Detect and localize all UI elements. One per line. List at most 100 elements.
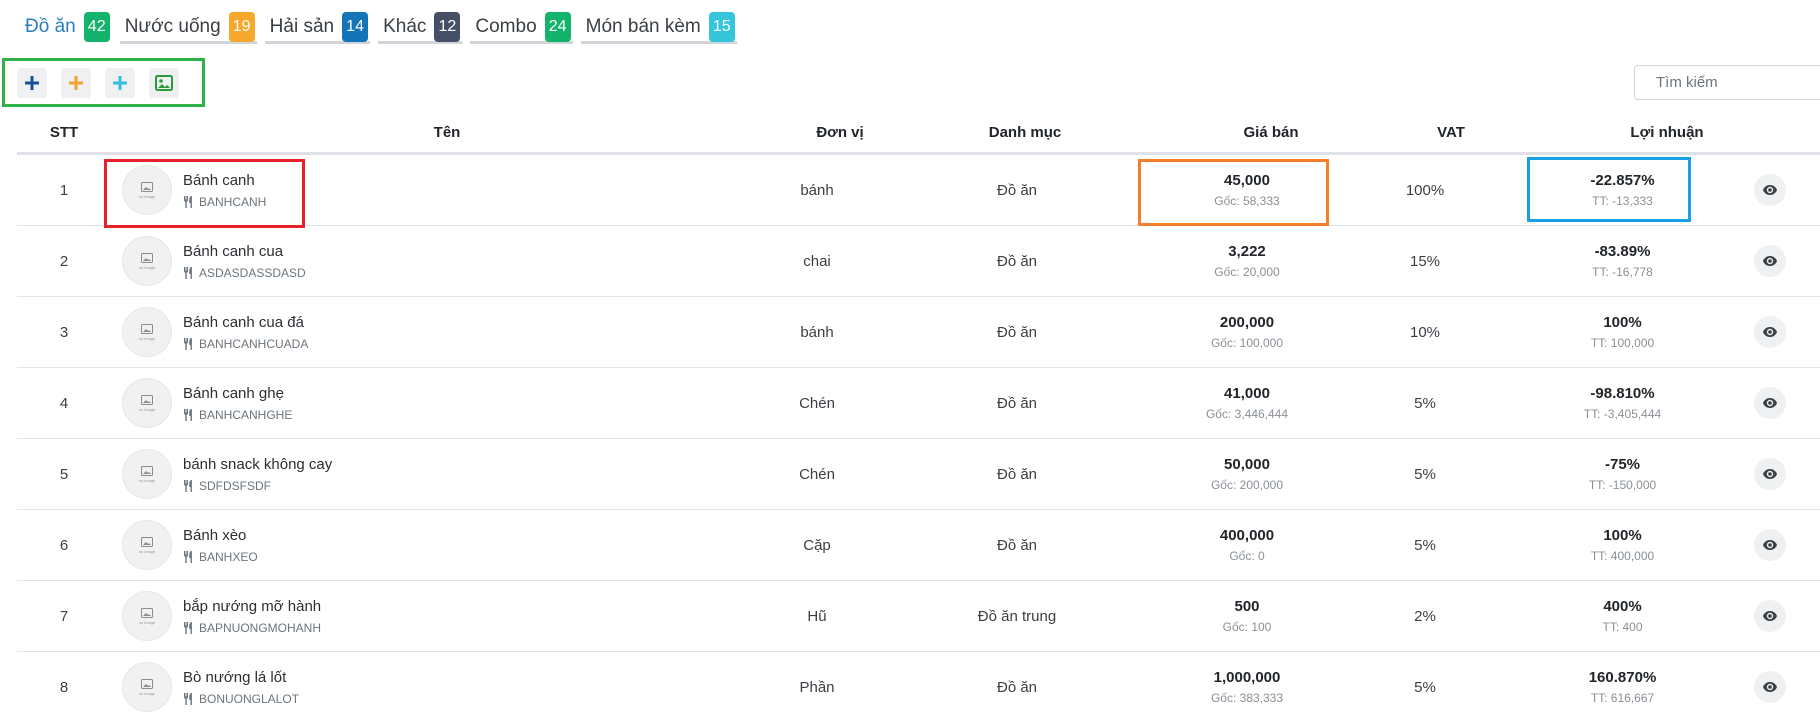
product-thumbnail[interactable]: no image (122, 449, 172, 499)
product-name: bánh snack không cay (183, 455, 333, 473)
category-tabs: Đồ ăn 42 Nước uống 19 Hải sản 14 Khác 12… (20, 11, 745, 60)
view-button[interactable] (1754, 671, 1786, 703)
thumb-text: no image (138, 619, 156, 625)
image-placeholder-icon (141, 181, 153, 192)
row-stt: 7 (59, 607, 69, 625)
row-action (1750, 652, 1790, 721)
table-row[interactable]: 3 no image Bánh canh cua đá BANHCANHCUAD… (17, 297, 1820, 368)
view-button[interactable] (1754, 529, 1786, 561)
profit-cell: 100% TT: 100,000 (1540, 297, 1705, 367)
table-row[interactable]: 7 no image bắp nướng mỡ hành BAPNUONGMOH… (17, 581, 1820, 652)
product-vat: 5% (1414, 678, 1436, 696)
header-category: Danh mục (988, 124, 1062, 141)
cost-price: Gốc: 58,333 (1214, 194, 1280, 208)
sale-price: 45,000 (1224, 172, 1270, 189)
thumb-text: no image (138, 335, 156, 341)
header-stt: STT (49, 124, 79, 141)
row-action (1750, 297, 1790, 367)
image-placeholder-icon (141, 678, 153, 689)
product-name-cell: no image bắp nướng mỡ hành BAPNUONGMOHAN… (122, 581, 562, 651)
table-body: 1 no image Bánh canh BANHCANH bánh Đồ ăn… (17, 155, 1820, 721)
row-action (1750, 581, 1790, 651)
table-row[interactable]: 4 no image Bánh canh ghẹ BANHCANHGHE Ché… (17, 368, 1820, 439)
price-cell: 50,000 Gốc: 200,000 (1167, 439, 1327, 509)
row-stt: 8 (59, 678, 69, 696)
profit-cell: 160.870% TT: 616,667 (1540, 652, 1705, 721)
view-button[interactable] (1754, 458, 1786, 490)
image-upload-button[interactable] (149, 67, 179, 98)
profit-amount: TT: 400 (1602, 620, 1643, 634)
add-category-button[interactable] (61, 67, 91, 98)
view-button[interactable] (1754, 600, 1786, 632)
thumb-text: no image (138, 264, 156, 270)
product-name-cell: no image Bánh canh cua ASDASDASSDASD (122, 226, 562, 296)
view-button[interactable] (1754, 245, 1786, 277)
name-block: Bánh canh ghẹ BANHCANHGHE (183, 385, 292, 422)
view-button[interactable] (1754, 174, 1786, 206)
profit-amount: TT: 100,000 (1590, 336, 1655, 350)
profit-cell: -98.810% TT: -3,405,444 (1540, 368, 1705, 438)
profit-amount: TT: -13,333 (1592, 194, 1653, 208)
product-code: SDFDSFSDF (183, 479, 332, 493)
profit-amount: TT: -16,778 (1592, 265, 1653, 279)
row-stt: 2 (59, 252, 69, 270)
row-action (1750, 439, 1790, 509)
search-input[interactable] (1634, 65, 1820, 100)
plus-icon (113, 75, 127, 90)
add-option-button[interactable] (105, 67, 135, 98)
table-row[interactable]: 2 no image Bánh canh cua ASDASDASSDASD c… (17, 226, 1820, 297)
cost-price: Gốc: 100 (1222, 620, 1272, 634)
product-code: BANHCANHGHE (183, 408, 292, 422)
tab-combo[interactable]: Combo 24 (470, 11, 573, 44)
table-row[interactable]: 5 no image bánh snack không cay SDFDSFSD… (17, 439, 1820, 510)
product-code-text: ASDASDASSDASD (199, 265, 306, 280)
cost-price: Gốc: 200,000 (1210, 478, 1284, 492)
utensils-icon (184, 621, 192, 634)
table-row[interactable]: 8 no image Bò nướng lá lốt BONUONGLALOT … (17, 652, 1820, 721)
product-category: Đồ ăn (996, 465, 1038, 483)
product-code-text: SDFDSFSDF (199, 478, 271, 493)
table-row[interactable]: 1 no image Bánh canh BANHCANH bánh Đồ ăn… (17, 155, 1820, 226)
product-thumbnail[interactable]: no image (122, 520, 172, 570)
tab-hai-san[interactable]: Hải sản 14 (264, 11, 371, 44)
sale-price: 500 (1234, 598, 1260, 615)
profit-cell: -83.89% TT: -16,778 (1540, 226, 1705, 296)
eye-icon (1763, 398, 1777, 408)
profit-percent: -22.857% (1590, 172, 1655, 189)
image-placeholder-icon (141, 607, 153, 618)
product-thumbnail[interactable]: no image (122, 662, 172, 712)
product-thumbnail[interactable]: no image (122, 236, 172, 286)
product-name-cell: no image Bò nướng lá lốt BONUONGLALOT (122, 652, 562, 721)
product-thumbnail[interactable]: no image (122, 591, 172, 641)
tab-mon-ban-kem[interactable]: Món bán kèm 15 (580, 11, 737, 44)
table-row[interactable]: 6 no image Bánh xèo BANHXEO Cặp Đồ ăn 40… (17, 510, 1820, 581)
tab-khac[interactable]: Khác 12 (378, 11, 463, 44)
plus-icon (69, 75, 83, 90)
eye-icon (1763, 540, 1777, 550)
price-cell: 500 Gốc: 100 (1167, 581, 1327, 651)
name-block: Bánh canh cua ASDASDASSDASD (183, 243, 306, 280)
row-action (1750, 226, 1790, 296)
sale-price: 1,000,000 (1213, 669, 1281, 686)
add-item-button[interactable] (17, 67, 47, 98)
tab-do-an[interactable]: Đồ ăn 42 (20, 11, 112, 44)
tab-label: Combo (475, 15, 537, 37)
tab-nuoc-uong[interactable]: Nước uống 19 (119, 11, 257, 44)
thumb-text: no image (138, 690, 156, 696)
tab-count-badge: 14 (342, 11, 369, 42)
tab-label: Nước uống (124, 15, 221, 37)
tab-count-badge: 24 (544, 11, 571, 42)
product-thumbnail[interactable]: no image (122, 378, 172, 428)
product-code: ASDASDASSDASD (183, 266, 306, 280)
view-button[interactable] (1754, 316, 1786, 348)
tab-label: Món bán kèm (585, 15, 701, 37)
product-category: Đồ ăn (996, 536, 1038, 554)
image-icon (155, 74, 173, 91)
view-button[interactable] (1754, 387, 1786, 419)
name-block: Bánh canh cua đá BANHCANHCUADA (183, 314, 308, 351)
tab-count-badge: 12 (434, 11, 461, 42)
product-thumbnail[interactable]: no image (122, 307, 172, 357)
product-vat: 5% (1414, 394, 1436, 412)
product-thumbnail[interactable]: no image (122, 165, 172, 215)
cost-price: Gốc: 20,000 (1214, 265, 1280, 279)
